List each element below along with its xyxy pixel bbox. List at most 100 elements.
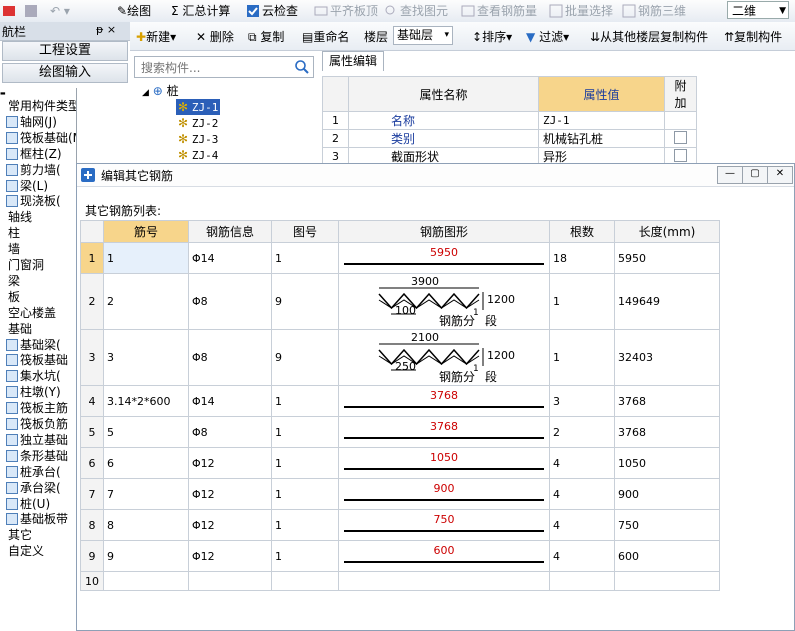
cell-tu[interactable]: 1	[271, 447, 339, 479]
nav-tree-item[interactable]: 剪力墙(	[6, 162, 61, 178]
cell-length[interactable]: 32403	[614, 329, 720, 386]
new-button[interactable]: ✚新建▾	[136, 28, 176, 46]
cell-length[interactable]: 3768	[614, 416, 720, 448]
cell-length[interactable]: 5950	[614, 242, 720, 274]
cell-info[interactable]: Φ12	[188, 509, 272, 541]
flush-top-button[interactable]: 平齐板顶	[314, 2, 378, 20]
nav-tree-item[interactable]: 轴线	[8, 209, 32, 225]
cell-shape[interactable]: 600	[338, 540, 550, 572]
nav-tree-item[interactable]: 梁(L)	[6, 178, 48, 194]
tree-root[interactable]: ◢ ⊕ 桩	[142, 83, 179, 99]
delete-button[interactable]: ✕ 删除	[196, 28, 234, 46]
copy-to-floor-button[interactable]: ⇈复制构件	[724, 28, 782, 46]
cell-jin[interactable]: 2	[103, 273, 189, 330]
nav-tree-item[interactable]: 筏板主筋	[6, 400, 68, 416]
nav-tree-item[interactable]: 筏板负筋	[6, 416, 68, 432]
cell-jin[interactable]: 7	[103, 478, 189, 510]
tree-item-zj-3[interactable]: ✻ ZJ-3	[178, 131, 218, 147]
nav-tree-item[interactable]: 框柱(Z)	[6, 146, 62, 162]
cell-shape[interactable]: 900	[338, 478, 550, 510]
cell-shape[interactable]: 3900 1200 100 钢筋分 1 段	[338, 273, 550, 330]
nav-tree-item[interactable]: 柱墩(Y)	[6, 384, 61, 400]
cell-tu[interactable]: 9	[271, 273, 339, 330]
nav-tree-item[interactable]: 空心楼盖	[8, 305, 56, 321]
cell-info[interactable]	[188, 571, 272, 591]
sort-button[interactable]: ↕排序▾	[472, 28, 512, 46]
cell-info[interactable]: Φ14	[188, 242, 272, 274]
cell-jin[interactable]: 6	[103, 447, 189, 479]
floor-select[interactable]: 基础层 ▾	[393, 26, 453, 45]
nav-tree-item[interactable]: 现浇板(	[6, 193, 61, 209]
nav-tree-item[interactable]: 条形基础	[6, 448, 68, 464]
cell-tu[interactable]: 1	[271, 416, 339, 448]
view-rebar-button[interactable]: 查看钢筋量	[461, 2, 537, 20]
cell-jin[interactable]: 9	[103, 540, 189, 572]
view-mode-select[interactable]: 二维 ▼	[727, 1, 789, 19]
cell-count[interactable]: 4	[549, 478, 615, 510]
cell-length[interactable]: 600	[614, 540, 720, 572]
cell-info[interactable]: Φ8	[188, 416, 272, 448]
rebar-3d-button[interactable]: 钢筋三维	[622, 2, 686, 20]
nav-tree-item[interactable]: 筏板基础(M)	[6, 130, 76, 146]
cell-length[interactable]: 149649	[614, 273, 720, 330]
filter-button[interactable]: ▼ 过滤▾	[526, 28, 569, 46]
cell-jin[interactable]: 8	[103, 509, 189, 541]
nav-tree-item[interactable]: 其它	[8, 527, 32, 543]
nav-pin-close[interactable]: ᵽ ×	[96, 23, 116, 36]
extra-checkbox[interactable]	[674, 148, 687, 162]
cell-count[interactable]	[549, 571, 615, 591]
rebar-row[interactable]: 9 9 Φ12 1 600 4 600	[80, 540, 720, 572]
cell-jin[interactable]: 3.14*2*600	[103, 385, 189, 417]
rebar-row[interactable]: 10	[80, 571, 720, 591]
prop-row[interactable]: 1 名称 ZJ-1	[322, 111, 697, 130]
nav-tree-item[interactable]: 柱	[8, 225, 20, 241]
tree-collapse-icon[interactable]: ▬	[0, 88, 6, 102]
cell-shape[interactable]: 3768	[338, 416, 550, 448]
cell-info[interactable]: Φ12	[188, 447, 272, 479]
cell-shape[interactable]: 1050	[338, 447, 550, 479]
save-icon[interactable]	[24, 2, 40, 20]
col-info[interactable]: 钢筋信息	[188, 220, 272, 243]
cell-length[interactable]: 900	[614, 478, 720, 510]
rebar-row[interactable]: 2 2 Φ8 9 3900 1200 100 钢筋分 1 段 1 149649	[80, 273, 720, 330]
cell-count[interactable]: 2	[549, 416, 615, 448]
cell-tu[interactable]: 1	[271, 478, 339, 510]
find-element-button[interactable]: 查找图元	[384, 2, 448, 20]
close-icon[interactable]: ✕	[767, 166, 793, 184]
cell-tu[interactable]: 1	[271, 540, 339, 572]
cell-info[interactable]: Φ14	[188, 385, 272, 417]
tree-item-zj-2[interactable]: ✻ ZJ-2	[178, 115, 218, 131]
cell-jin[interactable]	[103, 571, 189, 591]
cell-length[interactable]: 3768	[614, 385, 720, 417]
nav-tree-item[interactable]: 板	[8, 289, 20, 305]
cell-count[interactable]: 18	[549, 242, 615, 274]
rebar-row[interactable]: 5 5 Φ8 1 3768 2 3768	[80, 416, 720, 448]
cell-tu[interactable]: 1	[271, 385, 339, 417]
rebar-row[interactable]: 3 3 Φ8 9 2100 1200 250 钢筋分 1 段 1 32403	[80, 329, 720, 386]
cell-tu[interactable]: 1	[271, 242, 339, 274]
rebar-row[interactable]: 4 3.14*2*600 Φ14 1 3768 3 3768	[80, 385, 720, 417]
nav-tree-item[interactable]: 墙	[8, 241, 20, 257]
rebar-row[interactable]: 1 1 Φ14 1 5950 18 5950	[80, 242, 720, 274]
draw-button[interactable]: ✎绘图	[117, 2, 151, 20]
nav-tree-item[interactable]: 桩承台(	[6, 464, 61, 480]
nav-tree-item[interactable]: 承台梁(	[6, 480, 61, 496]
cell-count[interactable]: 4	[549, 540, 615, 572]
cell-shape[interactable]: 2100 1200 250 钢筋分 1 段	[338, 329, 550, 386]
summary-calc-button[interactable]: Σ 汇总计算	[171, 2, 230, 20]
cell-length[interactable]	[614, 571, 720, 591]
nav-tree-item[interactable]: 筏板基础	[6, 352, 68, 368]
cell-count[interactable]: 4	[549, 447, 615, 479]
cell-length[interactable]: 1050	[614, 447, 720, 479]
extra-checkbox[interactable]	[674, 130, 687, 144]
nav-tree-item[interactable]: 自定义	[8, 543, 44, 559]
tab-property-edit[interactable]: 属性编辑	[322, 51, 384, 71]
nav-tree-item[interactable]: 基础	[8, 321, 32, 337]
cloud-check-button[interactable]: 云检查	[246, 2, 298, 20]
cell-info[interactable]: Φ8	[188, 273, 272, 330]
cell-shape[interactable]: 3768	[338, 385, 550, 417]
nav-tree-item[interactable]: 基础板带	[6, 511, 68, 527]
prop-value[interactable]: 机械钻孔桩	[538, 129, 665, 148]
rebar-row[interactable]: 7 7 Φ12 1 900 4 900	[80, 478, 720, 510]
cell-count[interactable]: 4	[549, 509, 615, 541]
